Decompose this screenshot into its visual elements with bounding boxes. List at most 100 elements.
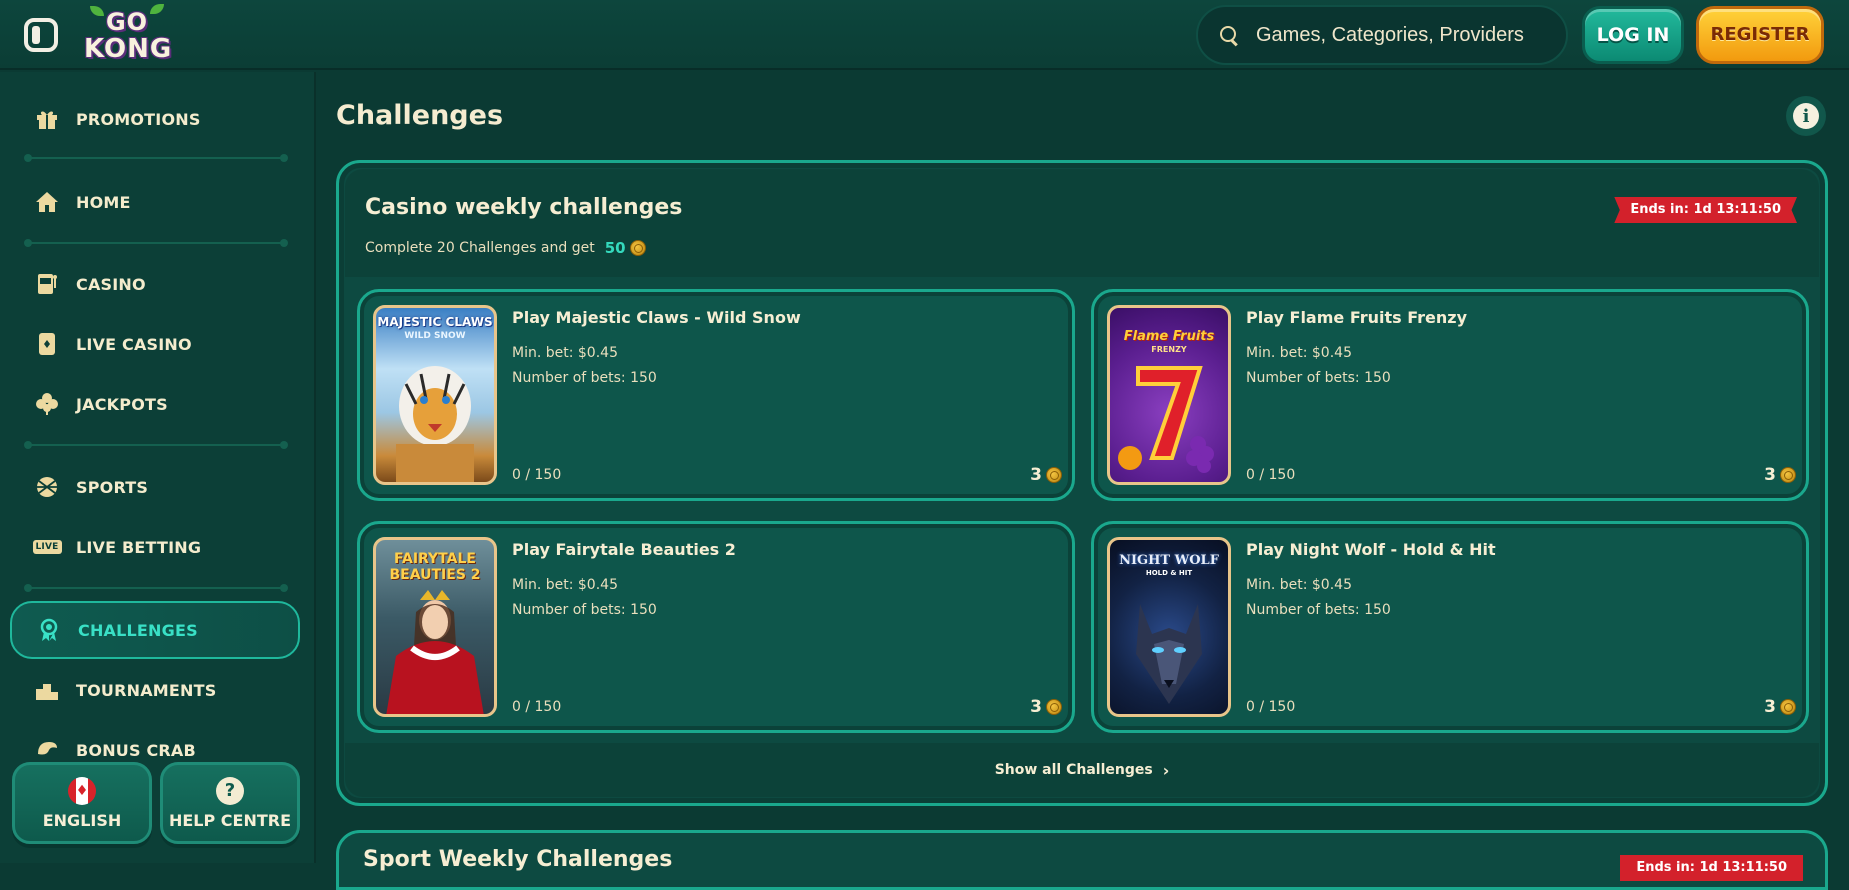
challenge-reward-value: 3 [1764,697,1776,717]
sidebar-item-label: CASINO [76,274,146,294]
clover-icon [34,391,60,417]
search-input[interactable] [1254,22,1554,48]
challenge-title: Play Night Wolf - Hold & Hit [1246,540,1496,559]
sidebar-item-promotions[interactable]: PROMOTIONS [10,90,300,148]
thumbnail-subtitle: FRENZY [1151,345,1187,354]
thumbnail-title: MAJESTIC CLAWS [377,315,493,329]
register-button[interactable]: REGISTER [1696,6,1824,64]
sidebar-item-live-betting[interactable]: LIVE LIVE BETTING [10,518,300,576]
thumbnail-title: NIGHT WOLF [1119,553,1219,568]
ends-in-badge: Ends in: 1d 13:11:50 [1620,855,1803,881]
sidebar-item-challenges[interactable]: CHALLENGES [10,601,300,659]
sidebar-item-label: BONUS CRAB [76,740,196,760]
coin-icon [1780,467,1796,483]
challenge-reward-value: 3 [1030,465,1042,485]
challenge-progress: 0 / 150 [1246,699,1296,715]
wolf-illustration [1136,604,1202,704]
sidebar-item-label: JACKPOTS [76,394,168,414]
challenge-reward: 3 [1030,697,1062,717]
language-button[interactable]: ♦ ENGLISH [12,762,152,844]
challenge-number-of-bets: Number of bets: 150 [512,602,657,618]
sidebar-divider [24,584,288,592]
thumbnail-subtitle: HOLD & HIT [1145,569,1193,577]
challenge-card-fairytale-beauties[interactable]: FAIRYTALE BEAUTIES 2 Play Fairytale Beau… [357,521,1075,733]
podium-icon [34,677,60,703]
sidebar-divider [24,239,288,247]
challenge-min-bet: Min. bet: $0.45 [512,577,618,593]
panel-reward-amount: 50 [604,239,626,257]
sidebar-item-jackpots[interactable]: JACKPOTS [10,375,300,433]
sidebar-item-casino[interactable]: CASINO [10,255,300,313]
sidebar-item-sports[interactable]: SPORTS [10,458,300,516]
challenge-reward: 3 [1764,697,1796,717]
challenge-title: Play Fairytale Beauties 2 [512,540,736,559]
logo-text-go: GO [105,8,149,36]
language-label: ENGLISH [42,810,122,830]
search-bar[interactable] [1196,5,1568,65]
sidebar-item-live-casino[interactable]: LIVE CASINO [10,315,300,373]
sidebar-item-label: LIVE BETTING [76,537,202,557]
coin-icon [1046,467,1062,483]
sidebar-item-tournaments[interactable]: TOURNAMENTS [10,661,300,719]
sidebar-toggle-icon[interactable] [24,18,58,52]
help-label: HELP CENTRE [168,810,292,830]
panel-subtitle-text: Complete 20 Challenges and get [365,240,595,256]
challenge-number-of-bets: Number of bets: 150 [1246,602,1391,618]
sidebar-divider [24,441,288,449]
gift-icon [34,106,60,132]
panel-title: Casino weekly challenges [365,195,683,220]
info-button[interactable]: i [1786,96,1826,136]
logo-text-kong: KONG [84,34,173,64]
site-logo[interactable]: GO KONG [84,4,173,66]
challenge-title: Play Flame Fruits Frenzy [1246,308,1468,327]
slot-machine-icon [34,271,60,297]
thumbnail-subtitle: BEAUTIES 2 [389,567,481,583]
search-icon [1218,24,1240,46]
panel-header: Casino weekly challenges Complete 20 Cha… [345,169,1819,277]
thumbnail-title: Flame Fruits [1123,329,1215,344]
sidebar-divider [24,154,288,162]
challenge-card-flame-fruits[interactable]: Flame Fruits FRENZY Play Flame Fruits Fr… [1091,289,1809,501]
live-badge-icon: LIVE [32,534,62,560]
playing-card-icon [34,331,60,357]
help-centre-button[interactable]: ? HELP CENTRE [160,762,300,844]
game-thumbnail[interactable]: Flame Fruits FRENZY [1107,305,1231,485]
sidebar-item-label: PROMOTIONS [76,109,201,129]
game-thumbnail[interactable]: NIGHT WOLF HOLD & HIT [1107,537,1231,717]
chevron-right-icon: › [1162,760,1170,780]
challenge-min-bet: Min. bet: $0.45 [1246,577,1352,593]
home-icon [34,189,60,215]
challenge-reward: 3 [1764,465,1796,485]
info-icon: i [1793,103,1819,129]
challenge-card-majestic-claws[interactable]: MAJESTIC CLAWS WILD SNOW Play Majestic C… [357,289,1075,501]
login-button[interactable]: LOG IN [1582,6,1684,64]
panel-title: Sport Weekly Challenges [363,847,673,872]
queen-illustration [386,590,484,714]
sport-weekly-challenges-panel: Sport Weekly Challenges Ends in: 1d 13:1… [336,830,1828,890]
coin-icon [1046,699,1062,715]
page-title: Challenges [336,100,504,131]
tiger-illustration [396,366,474,482]
show-all-label: Show all Challenges [994,762,1153,778]
challenge-card-night-wolf[interactable]: NIGHT WOLF HOLD & HIT Play Night Wolf - … [1091,521,1809,733]
sidebar-item-label: LIVE CASINO [76,334,192,354]
game-thumbnail[interactable]: FAIRYTALE BEAUTIES 2 [373,537,497,717]
challenge-progress: 0 / 150 [1246,467,1296,483]
challenge-number-of-bets: Number of bets: 150 [512,370,657,386]
challenge-min-bet: Min. bet: $0.45 [512,345,618,361]
game-thumbnail[interactable]: MAJESTIC CLAWS WILD SNOW [373,305,497,485]
challenge-progress: 0 / 150 [512,699,562,715]
sidebar-item-label: SPORTS [76,477,149,497]
award-ribbon-icon [36,617,62,643]
sidebar-item-home[interactable]: HOME [10,173,300,231]
thumbnail-title: FAIRYTALE [394,551,476,567]
challenge-reward-value: 3 [1764,465,1776,485]
live-badge-text: LIVE [32,540,62,554]
challenge-progress: 0 / 150 [512,467,562,483]
ends-in-badge: Ends in: 1d 13:11:50 [1614,197,1797,223]
coin-icon [1780,699,1796,715]
panel-subtitle: Complete 20 Challenges and get 50 [365,239,646,257]
sidebar-item-label: TOURNAMENTS [76,680,217,700]
show-all-challenges-button[interactable]: Show all Challenges › [345,743,1819,797]
challenge-reward: 3 [1030,465,1062,485]
